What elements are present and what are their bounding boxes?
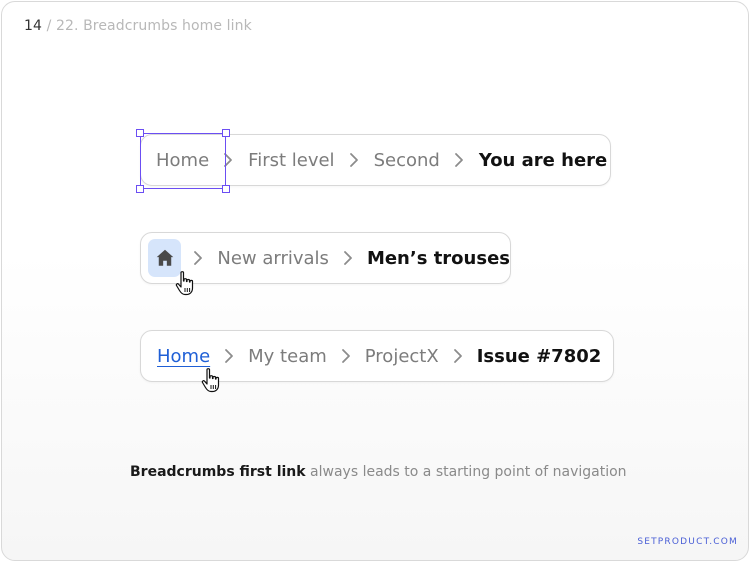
hand-cursor-icon <box>175 271 194 296</box>
chevron-right-icon <box>447 345 469 367</box>
caption-rest: always leads to a starting point of navi… <box>310 464 627 480</box>
breadcrumb-current: Men’s trouses <box>366 247 510 269</box>
breadcrumb-item-home[interactable]: Home <box>156 150 209 171</box>
breadcrumb-current: You are here <box>478 149 608 171</box>
brand-label: SETPRODUCT.COM <box>637 537 738 547</box>
selection-handle <box>136 129 144 137</box>
selection-handle <box>136 185 144 193</box>
home-icon <box>156 249 173 266</box>
hand-cursor-icon <box>201 368 220 393</box>
caption-bold: Breadcrumbs first link <box>130 464 306 480</box>
breadcrumb-item-new-arrivals[interactable]: New arrivals <box>217 248 329 269</box>
breadcrumb-home-link[interactable]: Home <box>157 346 210 367</box>
breadcrumb-item-my-team[interactable]: My team <box>248 346 327 367</box>
chevron-right-icon <box>343 149 365 171</box>
breadcrumb-text-home: Home First level Second You are here <box>140 134 611 186</box>
header-separator: / <box>46 18 52 34</box>
chevron-right-icon <box>187 247 209 269</box>
breadcrumb-item-second[interactable]: Second <box>374 150 440 171</box>
chevron-right-icon <box>218 345 240 367</box>
breadcrumb-current: Issue #7802 <box>476 345 602 367</box>
breadcrumb-item-projectx[interactable]: ProjectX <box>365 346 439 367</box>
chevron-right-icon <box>217 149 239 171</box>
chevron-right-icon <box>335 345 357 367</box>
caption-text: Breadcrumbs first link always leads to a… <box>130 464 627 480</box>
chevron-right-icon <box>448 149 470 171</box>
breadcrumb-item-first-level[interactable]: First level <box>248 150 334 171</box>
page-number: 14 <box>24 18 43 34</box>
section-title: 22. Breadcrumbs home link <box>55 18 252 34</box>
chevron-right-icon <box>337 247 359 269</box>
slide-header: 14 / 22. Breadcrumbs home link <box>24 18 252 34</box>
selection-handle <box>222 129 230 137</box>
selection-handle <box>222 185 230 193</box>
